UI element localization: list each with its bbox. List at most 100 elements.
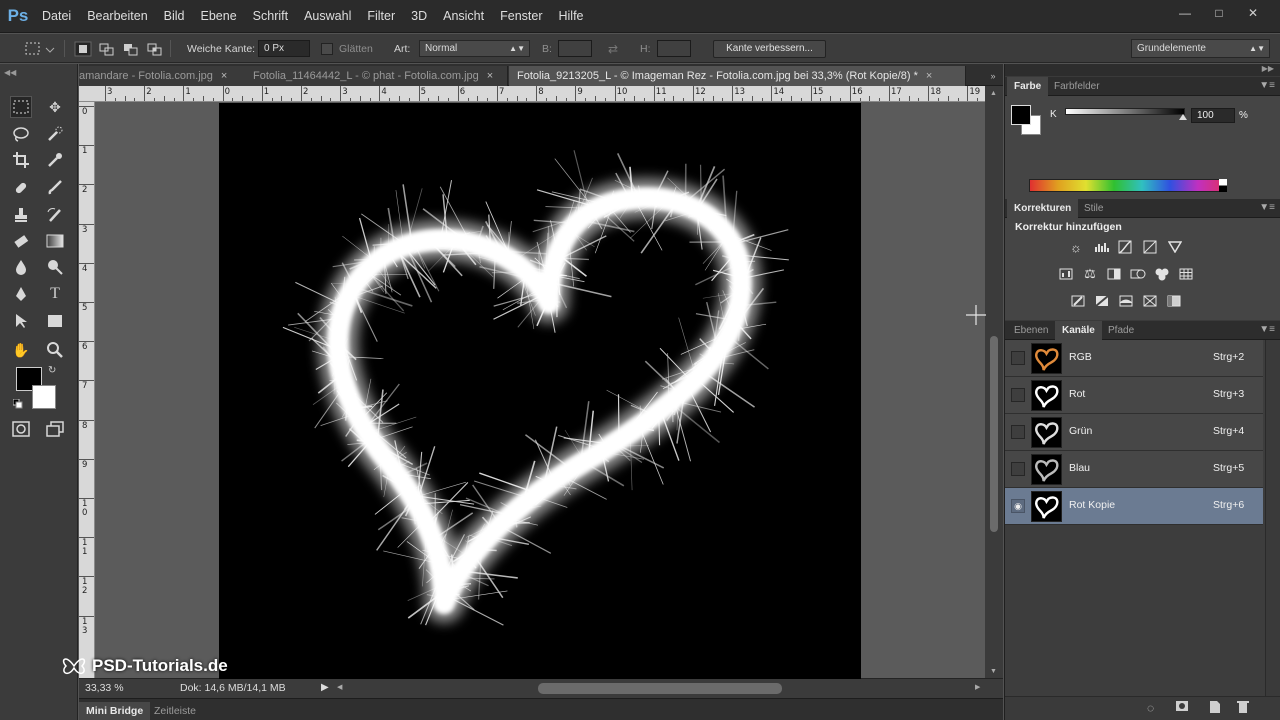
close-icon[interactable]: × [221,66,227,86]
tab-mini-bridge[interactable]: Mini Bridge [79,702,151,720]
menu-schrift[interactable]: Schrift [245,9,296,23]
tab-farbe[interactable]: Farbe [1007,77,1049,96]
menu-datei[interactable]: Datei [34,9,79,23]
gradient-map-icon[interactable] [1165,293,1183,309]
move-tool-icon[interactable]: ✥ [44,96,66,118]
refine-edge-button[interactable]: Kante verbessern... [713,39,826,58]
history-brush-tool-icon[interactable] [44,204,66,226]
curves-icon[interactable] [1116,239,1134,255]
channel-row[interactable]: Grün Strg+4 [1005,414,1263,451]
close-icon[interactable]: × [926,66,932,86]
path-selection-tool-icon[interactable] [10,310,32,332]
panel-menu-icon[interactable]: ▼≡ [1259,324,1275,335]
tabs-overflow-icon[interactable]: » [985,66,1001,86]
background-color-swatch[interactable] [32,385,56,409]
k-slider[interactable] [1065,108,1185,115]
visibility-toggle[interactable] [1011,351,1025,365]
quick-mask-icon[interactable] [10,418,32,440]
close-icon[interactable]: ✕ [1240,4,1266,22]
eraser-tool-icon[interactable] [10,230,32,252]
rectangle-tool-icon[interactable] [44,310,66,332]
canvas-image[interactable] [219,103,861,679]
style-select[interactable]: Normal ▲▼ [419,40,530,57]
scroll-left-icon[interactable]: ◀ [337,683,342,691]
tab-ebenen[interactable]: Ebenen [1007,321,1055,340]
minimize-icon[interactable]: — [1172,4,1198,22]
brightness-icon[interactable]: ☼ [1067,239,1085,255]
dodge-tool-icon[interactable] [44,256,66,278]
swap-colors-icon[interactable]: ↻ [48,365,56,376]
healing-brush-tool-icon[interactable] [10,177,32,199]
tab-korrekturen[interactable]: Korrekturen [1007,199,1079,218]
photo-filter-icon[interactable] [1129,266,1147,282]
tab-farbfelder[interactable]: Farbfelder [1047,77,1107,96]
channel-row[interactable]: Blau Strg+5 [1005,451,1263,488]
visibility-toggle[interactable] [1011,388,1025,402]
tab-amandare[interactable]: amandare - Fotolia.com.jpg × [79,66,247,86]
status-menu-icon[interactable]: ▶ [321,682,329,693]
save-selection-icon[interactable] [1175,700,1189,715]
marquee-tool-icon[interactable] [10,96,32,118]
horizontal-scroll-thumb[interactable] [538,683,782,694]
feather-input[interactable]: 0 Px [258,40,310,57]
exposure-icon[interactable] [1141,239,1159,255]
channel-row[interactable]: ◉ Rot Kopie Strg+6 [1005,488,1263,525]
channels-scrollbar[interactable] [1265,340,1280,696]
vertical-scrollbar[interactable]: ▲ ▼ [985,86,1003,678]
visibility-toggle[interactable] [1011,462,1025,476]
menu-3d[interactable]: 3D [403,9,435,23]
k-value-input[interactable]: 100 [1191,108,1235,123]
panel-menu-icon[interactable]: ▼≡ [1259,80,1275,91]
slider-handle-icon[interactable] [1179,114,1187,120]
collapse-icon[interactable]: ◀◀ [4,68,16,77]
tab-fotolia-11464442[interactable]: Fotolia_11464442_L - © phat - Fotolia.co… [245,66,508,86]
color-spectrum-bar[interactable] [1029,179,1227,192]
screen-mode-icon[interactable] [44,418,66,440]
channel-row[interactable]: Rot Strg+3 [1005,377,1263,414]
blur-tool-icon[interactable] [10,256,32,278]
new-channel-icon[interactable] [1209,700,1221,717]
type-tool-icon[interactable]: T [44,283,66,305]
color-balance-icon[interactable]: ⚖ [1081,266,1099,282]
add-selection-icon[interactable] [97,40,117,58]
menu-auswahl[interactable]: Auswahl [296,9,359,23]
posterize-icon[interactable] [1093,293,1111,309]
eyedropper-tool-icon[interactable] [44,149,66,171]
menu-ansicht[interactable]: Ansicht [435,9,492,23]
hand-tool-icon[interactable]: ✋ [10,339,32,361]
visibility-toggle[interactable] [1011,425,1025,439]
quick-selection-tool-icon[interactable] [44,123,66,145]
collapse-panels-icon[interactable]: ▶▶ [1262,64,1274,73]
black-white-icon[interactable] [1105,266,1123,282]
vertical-scroll-thumb[interactable] [990,336,998,532]
foreground-color-swatch[interactable] [1011,105,1031,125]
scroll-up-icon[interactable]: ▲ [990,90,997,97]
menu-fenster[interactable]: Fenster [492,9,550,23]
menu-ebene[interactable]: Ebene [193,9,245,23]
intersect-selection-icon[interactable] [145,40,165,58]
close-icon[interactable]: × [487,66,493,86]
selective-color-icon[interactable] [1141,293,1159,309]
channel-row[interactable]: RGB Strg+2 [1005,340,1263,377]
antialias-checkbox[interactable] [321,42,333,55]
levels-icon[interactable] [1094,239,1112,255]
hue-saturation-icon[interactable] [1057,266,1075,282]
lasso-tool-icon[interactable] [10,123,32,145]
crop-tool-icon[interactable] [10,149,32,171]
menu-filter[interactable]: Filter [359,9,403,23]
tab-fotolia-9213205[interactable]: Fotolia_9213205_L - © Imageman Rez - Fot… [509,66,966,86]
zoom-tool-icon[interactable] [44,339,66,361]
zoom-level[interactable]: 33,33 % [85,682,124,694]
tab-kanaele[interactable]: Kanäle [1055,321,1102,340]
invert-icon[interactable] [1069,293,1087,309]
tab-zeitleiste[interactable]: Zeitleiste [147,702,203,720]
default-colors-icon[interactable] [12,398,23,409]
clone-stamp-tool-icon[interactable] [10,204,32,226]
load-selection-icon[interactable]: ◌ [1147,701,1154,715]
scroll-down-icon[interactable]: ▼ [990,668,997,675]
brush-tool-icon[interactable] [44,177,66,199]
tab-stile[interactable]: Stile [1077,199,1110,218]
threshold-icon[interactable] [1117,293,1135,309]
channel-mixer-icon[interactable] [1153,266,1171,282]
vibrance-icon[interactable] [1166,239,1184,255]
